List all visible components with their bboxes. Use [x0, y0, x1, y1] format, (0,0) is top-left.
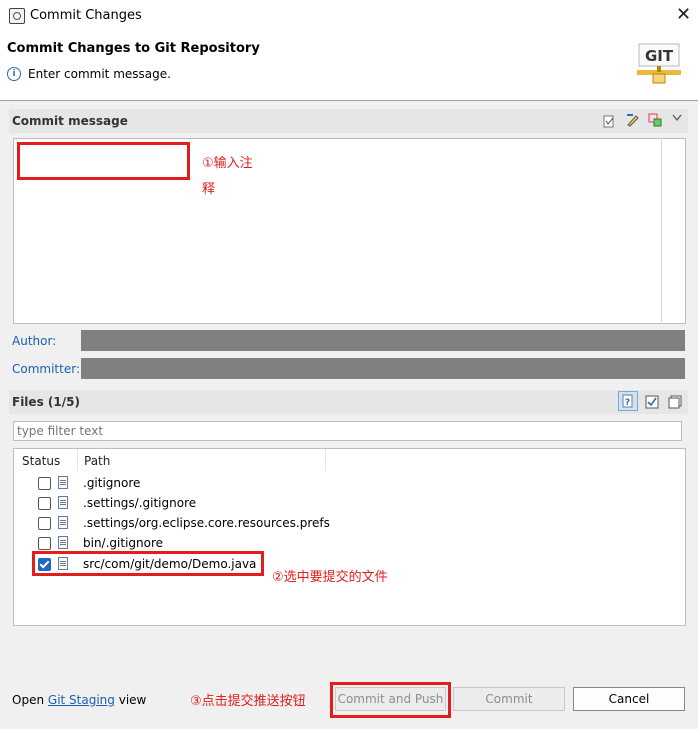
close-icon[interactable]: ✕: [676, 4, 691, 25]
dialog-title: Commit Changes to Git Repository: [7, 41, 260, 56]
cancel-button[interactable]: Cancel: [573, 687, 685, 711]
annotation-box-message: [17, 142, 190, 180]
committer-label: Committer:: [12, 362, 80, 376]
file-path[interactable]: .settings/org.eclipse.core.resources.pre…: [83, 516, 330, 530]
file-checkbox[interactable]: [38, 517, 51, 530]
file-checkbox[interactable]: [38, 497, 51, 510]
file-path[interactable]: .settings/.gitignore: [83, 496, 196, 510]
info-icon: i: [7, 67, 21, 81]
untracked-file-icon: [58, 496, 68, 509]
annotation-box-file: [32, 551, 264, 576]
untracked-file-icon: [58, 476, 68, 489]
deselect-all-icon[interactable]: [668, 395, 682, 409]
column-divider[interactable]: [77, 449, 78, 471]
dialog-message: Enter commit message.: [28, 67, 171, 81]
files-section-title: Files (1/5): [12, 395, 80, 409]
spell-check-icon[interactable]: [602, 114, 616, 128]
view-text: view: [118, 693, 147, 707]
window-title: Commit Changes: [30, 8, 142, 23]
file-path[interactable]: .gitignore: [83, 476, 140, 490]
column-header-path[interactable]: Path: [84, 454, 110, 468]
annotation-commit: ③点击提交推送按钮: [190, 694, 306, 709]
untracked-file-icon: [58, 536, 68, 549]
annotation-message-line1: ①输入注: [202, 156, 253, 171]
select-all-icon[interactable]: [645, 395, 659, 409]
signed-off-icon[interactable]: [626, 113, 640, 127]
commit-message-scrollbar[interactable]: [661, 138, 662, 322]
open-staging-text: Open Git Staging view: [12, 693, 146, 707]
chevron-down-icon[interactable]: [670, 111, 684, 125]
eclipse-app-icon: [9, 8, 25, 24]
files-section-bar: [9, 390, 688, 414]
untracked-file-icon: [58, 516, 68, 529]
open-text: Open: [12, 693, 45, 707]
annotation-box-commit: [330, 682, 451, 718]
file-filter-input[interactable]: [13, 421, 682, 441]
git-staging-link[interactable]: Git Staging: [48, 693, 115, 707]
committer-input[interactable]: [81, 358, 685, 379]
git-logo-icon: GIT: [637, 42, 681, 84]
svg-text:?: ?: [625, 398, 630, 408]
column-divider[interactable]: [325, 449, 326, 471]
file-path[interactable]: bin/.gitignore: [83, 536, 163, 550]
change-id-icon[interactable]: [648, 113, 662, 127]
author-input[interactable]: [81, 330, 685, 351]
git-logo-text: GIT: [645, 47, 674, 65]
annotation-message-line2: 释: [202, 182, 216, 197]
column-header-status[interactable]: Status: [22, 454, 60, 468]
show-untracked-icon[interactable]: ?: [618, 391, 638, 411]
file-checkbox[interactable]: [38, 477, 51, 490]
annotation-file: ②选中要提交的文件: [272, 570, 388, 585]
commit-button[interactable]: Commit: [453, 687, 565, 711]
author-label: Author:: [12, 334, 57, 348]
commit-message-section-title: Commit message: [12, 114, 128, 128]
file-checkbox[interactable]: [38, 537, 51, 550]
